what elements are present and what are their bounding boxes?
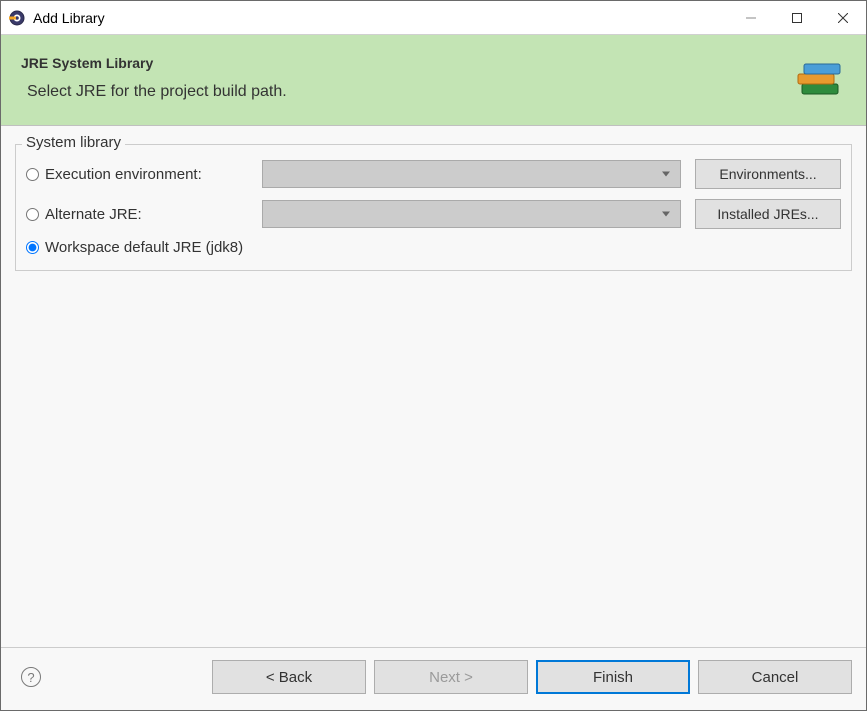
close-button[interactable]	[820, 1, 866, 34]
minimize-button[interactable]	[728, 1, 774, 34]
environments-button[interactable]: Environments...	[695, 159, 841, 189]
maximize-button[interactable]	[774, 1, 820, 34]
window-title: Add Library	[33, 10, 728, 26]
execution-env-label: Execution environment:	[45, 166, 202, 183]
banner-subtitle: Select JRE for the project build path.	[21, 83, 287, 101]
app-icon	[9, 10, 25, 26]
content-area: System library Execution environment: En…	[1, 125, 866, 647]
dialog-window: Add Library JRE System Library Select JR…	[0, 0, 867, 711]
library-icon	[790, 50, 846, 106]
execution-env-option[interactable]: Execution environment:	[26, 166, 254, 183]
finish-button[interactable]: Finish	[536, 660, 690, 694]
alternate-jre-label: Alternate JRE:	[45, 206, 142, 223]
titlebar: Add Library	[1, 1, 866, 35]
workspace-default-label: Workspace default JRE (jdk8)	[45, 239, 243, 256]
execution-env-row: Execution environment: Environments...	[26, 159, 841, 189]
button-bar: ? < Back Next > Finish Cancel	[1, 647, 866, 710]
cancel-button[interactable]: Cancel	[698, 660, 852, 694]
workspace-default-row: Workspace default JRE (jdk8)	[26, 239, 841, 256]
next-button: Next >	[374, 660, 528, 694]
installed-jres-button[interactable]: Installed JREs...	[695, 199, 841, 229]
dialog-banner: JRE System Library Select JRE for the pr…	[1, 35, 866, 125]
window-controls	[728, 1, 866, 34]
back-button[interactable]: < Back	[212, 660, 366, 694]
group-legend: System library	[22, 134, 125, 151]
alternate-jre-option[interactable]: Alternate JRE:	[26, 206, 254, 223]
banner-text: JRE System Library Select JRE for the pr…	[21, 55, 287, 101]
help-icon[interactable]: ?	[21, 667, 41, 687]
system-library-group: System library Execution environment: En…	[15, 144, 852, 271]
execution-env-combo[interactable]	[262, 160, 681, 188]
workspace-default-radio[interactable]	[26, 241, 39, 254]
execution-env-radio[interactable]	[26, 168, 39, 181]
alternate-jre-row: Alternate JRE: Installed JREs...	[26, 199, 841, 229]
alternate-jre-radio[interactable]	[26, 208, 39, 221]
alternate-jre-combo[interactable]	[262, 200, 681, 228]
workspace-default-option[interactable]: Workspace default JRE (jdk8)	[26, 239, 243, 256]
banner-title: JRE System Library	[21, 55, 287, 71]
